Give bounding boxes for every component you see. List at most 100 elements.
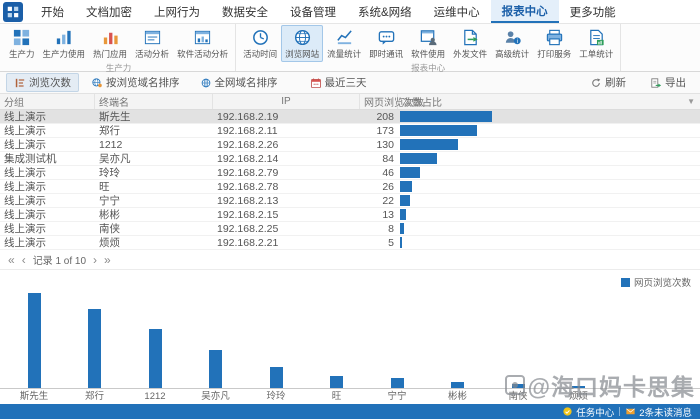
ribbon-button[interactable]: 活动时间 bbox=[239, 25, 281, 62]
advanced-stats-icon: i bbox=[503, 28, 522, 47]
cell-group: 线上演示 bbox=[0, 137, 95, 152]
count-bar bbox=[400, 209, 406, 220]
cell-count-bar bbox=[398, 236, 700, 249]
message-icon bbox=[625, 406, 636, 417]
menu-item[interactable]: 系统&网络 bbox=[347, 0, 423, 23]
unread-messages-button[interactable]: 2条未读消息 bbox=[625, 405, 692, 419]
ribbon-button-label: 流量统计 bbox=[327, 48, 361, 60]
count-bar bbox=[400, 181, 412, 192]
export-button[interactable]: 导出 bbox=[642, 73, 694, 92]
cell-group: 线上演示 bbox=[0, 165, 95, 180]
cell-ip: 192.168.2.15 bbox=[213, 209, 360, 221]
table-row[interactable]: 线上演示郑行192.168.2.11173 bbox=[0, 124, 700, 138]
ribbon-button[interactable]: 即时通讯 bbox=[365, 25, 407, 62]
sort-desc-icon[interactable]: ▼ bbox=[687, 97, 695, 106]
column-header-label: 终端名 bbox=[99, 94, 129, 109]
count-bar bbox=[400, 153, 437, 164]
column-header[interactable]: 终端名 bbox=[95, 94, 213, 109]
ribbon-button-label: 生产力 bbox=[9, 48, 35, 60]
prev-page-button[interactable]: ‹ bbox=[22, 254, 26, 266]
menu-item[interactable]: 运维中心 bbox=[423, 0, 491, 23]
ribbon-group-buttons: 活动时间浏览网站流量统计即时通讯软件使用外发文件 i高级统计打印服务工单统计 bbox=[239, 25, 617, 62]
ribbon-button-label: 外发文件 bbox=[453, 48, 487, 60]
table-row[interactable]: 集成测试机吴亦凡192.168.2.1484 bbox=[0, 152, 700, 166]
ribbon-button-label: 活动分析 bbox=[135, 48, 169, 60]
ribbon-button[interactable]: 浏览网站 bbox=[281, 25, 323, 62]
ribbon-button[interactable]: 生产力使用 bbox=[39, 25, 90, 62]
menu-item[interactable]: 报表中心 bbox=[491, 0, 559, 23]
ribbon-button[interactable]: 软件活动分析 bbox=[173, 25, 232, 62]
table-row[interactable]: 线上演示彬彬192.168.2.1513 bbox=[0, 208, 700, 222]
ribbon-button-label: 软件活动分析 bbox=[177, 48, 228, 60]
column-header[interactable]: 分组 bbox=[0, 94, 95, 109]
calendar-icon bbox=[310, 77, 322, 89]
statusbar: 任务中心 2条未读消息 bbox=[0, 404, 700, 419]
unread-messages-label: 2条未读消息 bbox=[639, 405, 692, 419]
browse-count-table: 线上演示斯先生192.168.2.19208线上演示郑行192.168.2.11… bbox=[0, 110, 700, 250]
table-row[interactable]: 线上演示旺192.168.2.7826 bbox=[0, 180, 700, 194]
table-row[interactable]: 线上演示烦烦192.168.2.215 bbox=[0, 236, 700, 250]
menu-item[interactable]: 更多功能 bbox=[559, 0, 627, 23]
table-row[interactable]: 线上演示1212192.168.2.26130 bbox=[0, 138, 700, 152]
ribbon-button[interactable]: 打印服务 bbox=[533, 25, 575, 62]
table-row[interactable]: 线上演示玲玲192.168.2.7946 bbox=[0, 166, 700, 180]
ribbon-button-label: 工单统计 bbox=[579, 48, 613, 60]
count-bar bbox=[400, 237, 402, 248]
outgoing-file-icon bbox=[461, 28, 480, 47]
table-row[interactable]: 线上演示南侠192.168.2.258 bbox=[0, 222, 700, 236]
column-header-label: 分组 bbox=[4, 94, 24, 109]
date-range-filter[interactable]: 最近三天 bbox=[302, 73, 375, 92]
ribbon-button[interactable]: 外发文件 bbox=[449, 25, 491, 62]
cell-group: 线上演示 bbox=[0, 123, 95, 138]
cell-ip: 192.168.2.78 bbox=[213, 181, 360, 193]
report-tab[interactable]: 按浏览域名排序 bbox=[83, 73, 188, 92]
pagination-label: 记录 1 of 10 bbox=[33, 252, 86, 267]
refresh-button[interactable]: 刷新 bbox=[582, 73, 634, 92]
cell-ip: 192.168.2.11 bbox=[213, 125, 360, 137]
report-tab-label: 全网域名排序 bbox=[215, 75, 278, 90]
hot-apps-icon bbox=[101, 28, 120, 47]
app-menu-button[interactable] bbox=[3, 2, 23, 22]
menu-item[interactable]: 数据安全 bbox=[211, 0, 279, 23]
count-bar bbox=[400, 139, 458, 150]
ribbon-button[interactable]: 生产力 bbox=[5, 25, 39, 62]
ribbon-button[interactable]: 热门应用 bbox=[89, 25, 131, 62]
ribbon-button[interactable]: 流量统计 bbox=[323, 25, 365, 62]
table-row[interactable]: 线上演示宁宁192.168.2.1322 bbox=[0, 194, 700, 208]
report-tab[interactable]: 浏览次数 bbox=[6, 73, 79, 92]
menu-item[interactable]: 开始 bbox=[30, 0, 75, 23]
cell-group: 集成测试机 bbox=[0, 151, 95, 166]
next-page-button[interactable]: › bbox=[93, 254, 97, 266]
chart-bar bbox=[391, 378, 404, 388]
menu-item[interactable]: 上网行为 bbox=[143, 0, 211, 23]
ribbon-button[interactable]: i高级统计 bbox=[491, 25, 533, 62]
last-page-button[interactable]: » bbox=[104, 254, 111, 266]
column-header[interactable]: 次数占比▼ bbox=[398, 94, 700, 109]
table-row[interactable]: 线上演示斯先生192.168.2.19208 bbox=[0, 110, 700, 124]
productivity-grid-icon bbox=[12, 28, 31, 47]
ribbon-button[interactable]: 工单统计 bbox=[575, 25, 617, 62]
chat-icon bbox=[377, 28, 396, 47]
count-bar bbox=[400, 125, 477, 136]
menu-item[interactable]: 设备管理 bbox=[279, 0, 347, 23]
menu-item[interactable]: 文档加密 bbox=[75, 0, 143, 23]
chart-x-label: 南侠 bbox=[508, 388, 527, 402]
ribbon-button[interactable]: 活动分析 bbox=[131, 25, 173, 62]
refresh-icon bbox=[590, 77, 602, 89]
globe-icon bbox=[293, 28, 312, 47]
ribbon-button-label: 活动时间 bbox=[243, 48, 277, 60]
column-header[interactable]: 网页浏览次数 bbox=[360, 94, 398, 109]
export-label: 导出 bbox=[665, 75, 686, 90]
chart-bar bbox=[88, 309, 101, 388]
task-center-button[interactable]: 任务中心 bbox=[562, 405, 614, 419]
ribbon-button-label: 浏览网站 bbox=[285, 48, 319, 60]
first-page-button[interactable]: « bbox=[8, 254, 15, 266]
ribbon-button[interactable]: 软件使用 bbox=[407, 25, 449, 62]
cell-count-bar bbox=[398, 152, 700, 165]
cell-count: 130 bbox=[360, 139, 398, 151]
statusbar-divider bbox=[619, 407, 620, 416]
chart-plot-area bbox=[0, 288, 700, 389]
chart-x-label: 彬彬 bbox=[448, 388, 467, 402]
column-header[interactable]: IP bbox=[213, 94, 360, 109]
report-tab[interactable]: 全网域名排序 bbox=[192, 73, 286, 92]
